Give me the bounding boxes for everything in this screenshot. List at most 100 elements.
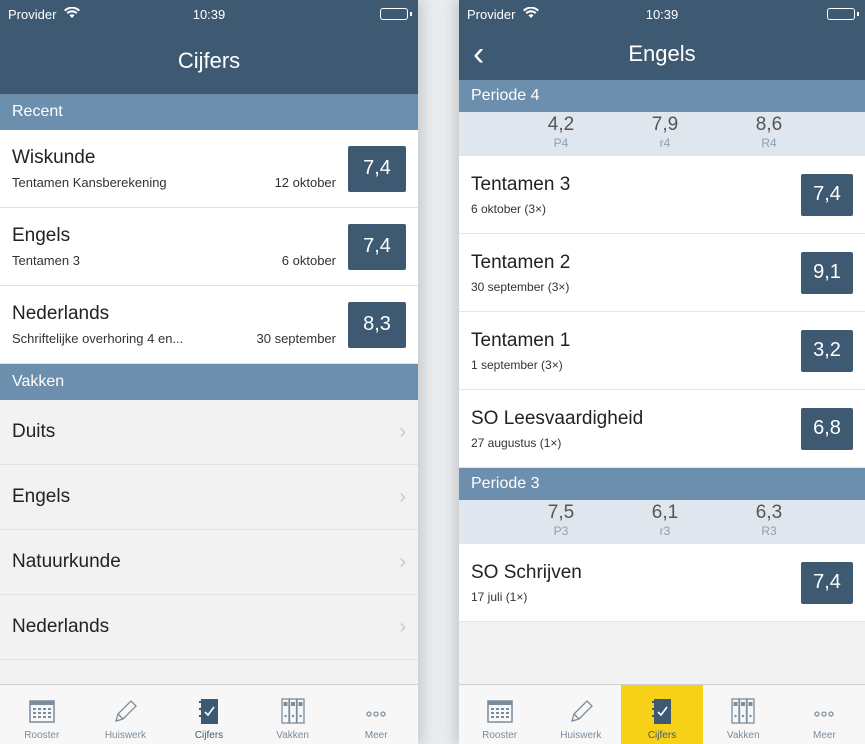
period-header: Periode 3 xyxy=(459,468,865,500)
period-stat: 8,6 R4 xyxy=(749,112,789,156)
grade-badge: 7,4 xyxy=(801,173,853,216)
tab-rooster[interactable]: Rooster xyxy=(459,685,540,744)
calendar-icon xyxy=(27,696,57,726)
status-bar: Provider 10:39 xyxy=(459,0,865,28)
stat-value: 8,6 xyxy=(755,114,783,135)
tab-meer[interactable]: Meer xyxy=(334,685,418,744)
tab-huiswerk[interactable]: Huiswerk xyxy=(540,685,621,744)
test-row[interactable]: Tentamen 3 6 oktober (3×) 7,4 xyxy=(459,156,865,234)
test-date: 1 september (3×) xyxy=(471,357,563,372)
back-chevron-icon[interactable]: ‹ xyxy=(473,37,484,71)
subject-name: Wiskunde xyxy=(12,147,96,168)
grade-badge: 8,3 xyxy=(348,301,406,348)
grade-badge: 9,1 xyxy=(801,251,853,294)
stat-label: R3 xyxy=(761,524,777,538)
subject-name: Nederlands xyxy=(12,303,110,324)
page-title: Cijfers xyxy=(177,48,241,73)
recent-list: Wiskunde Tentamen Kansberekening 12 oktobe… xyxy=(0,130,418,364)
recent-grade-row[interactable]: Engels Tentamen 3 6 oktober 7,4 xyxy=(0,208,418,286)
stat-label: P4 xyxy=(553,136,569,150)
test-date: 27 augustus (1×) xyxy=(471,435,562,450)
tab-huiswerk[interactable]: Huiswerk xyxy=(84,685,168,744)
subject-list-item[interactable]: Nederlands › xyxy=(0,595,418,660)
grade-badge: 7,4 xyxy=(348,223,406,270)
binders-icon xyxy=(728,696,758,726)
tab-cijfers[interactable]: Cijfers xyxy=(167,685,251,744)
chevron-right-icon: › xyxy=(399,550,406,573)
stat-value: 6,3 xyxy=(755,502,783,523)
wifi-icon xyxy=(64,6,81,22)
test-date: 6 oktober xyxy=(281,253,336,268)
tab-meer[interactable]: Meer xyxy=(784,685,865,744)
test-name: Tentamen 3 xyxy=(471,173,571,195)
pencil-icon xyxy=(566,696,596,726)
battery-icon xyxy=(827,8,859,20)
tab-label: Vakken xyxy=(276,730,309,741)
period-stat: 7,5 P3 xyxy=(541,500,581,544)
subject-label: Duits xyxy=(12,421,56,442)
tab-label: Rooster xyxy=(482,730,518,741)
tab-label: Huiswerk xyxy=(560,730,602,741)
tab-label: Huiswerk xyxy=(104,730,146,741)
more-icon xyxy=(809,696,839,726)
tab-label: Cijfers xyxy=(194,730,224,741)
calendar-icon xyxy=(485,696,515,726)
tab-label: Meer xyxy=(364,730,388,741)
status-bar: Provider 10:39 xyxy=(0,0,418,28)
subject-list-item[interactable]: Engels › xyxy=(0,465,418,530)
nav-bar: ‹ Engels xyxy=(459,28,865,80)
test-name: Tentamen 2 xyxy=(471,251,571,273)
test-date: 6 oktober (3×) xyxy=(471,201,547,216)
chevron-right-icon: › xyxy=(399,485,406,508)
section-header-vakken: Vakken xyxy=(0,364,418,400)
phone-screen-engels: Provider 10:39 ‹ Engels Periode 4 4,2 P4 7,… xyxy=(459,0,865,744)
test-description: Tentamen 3 xyxy=(12,253,80,268)
pencil-icon xyxy=(110,696,140,726)
battery-icon xyxy=(380,8,412,20)
subject-list-item[interactable]: Duits › xyxy=(0,400,418,465)
tab-label: Rooster xyxy=(24,730,60,741)
test-name: Tentamen 1 xyxy=(471,329,571,351)
test-row[interactable]: Tentamen 2 30 september (3×) 9,1 xyxy=(459,234,865,312)
period-stat: 6,1 r3 xyxy=(645,500,685,544)
stat-label: r3 xyxy=(659,524,671,538)
binders-icon xyxy=(278,696,308,726)
tab-vakken[interactable]: Vakken xyxy=(703,685,784,744)
provider-label: Provider xyxy=(467,6,516,22)
more-icon xyxy=(361,696,391,726)
period-stats: 4,2 P4 7,9 r4 8,6 R4 xyxy=(459,112,865,156)
section-header-recent: Recent xyxy=(0,94,418,130)
period-stat: 4,2 P4 xyxy=(541,112,581,156)
chevron-right-icon: › xyxy=(399,420,406,443)
grade-badge: 7,4 xyxy=(801,561,853,604)
period-stats: 7,5 P3 6,1 r3 6,3 R3 xyxy=(459,500,865,544)
recent-grade-row[interactable]: Nederlands Schriftelijke overhoring 4 en.… xyxy=(0,286,418,364)
subject-label: Engels xyxy=(12,486,71,507)
subject-label: Natuurkunde xyxy=(12,551,121,572)
test-row[interactable]: SO Leesvaardigheid 27 augustus (1×) 6,8 xyxy=(459,390,865,468)
phone-screen-cijfers: Provider 10:39 Cijfers Recent Wiskunde Te… xyxy=(0,0,418,744)
grade-badge: 7,4 xyxy=(348,145,406,192)
stat-label: P3 xyxy=(553,524,569,538)
test-row[interactable]: SO Schrijven 17 juli (1×) 7,4 xyxy=(459,544,865,622)
recent-grade-row[interactable]: Wiskunde Tentamen Kansberekening 12 oktobe… xyxy=(0,130,418,208)
tab-cijfers[interactable]: Cijfers xyxy=(621,685,703,744)
stat-value: 6,1 xyxy=(651,502,679,523)
page-title: Engels xyxy=(628,41,696,66)
tab-vakken[interactable]: Vakken xyxy=(251,685,335,744)
stat-value: 4,2 xyxy=(547,114,575,135)
subject-list-item[interactable]: Natuurkunde › xyxy=(0,530,418,595)
status-time: 10:39 xyxy=(192,6,226,22)
nav-bar: Cijfers xyxy=(0,28,418,94)
test-row[interactable]: Tentamen 1 1 september (3×) 3,2 xyxy=(459,312,865,390)
stat-value: 7,5 xyxy=(547,502,575,523)
wifi-icon xyxy=(523,6,540,22)
test-date: 30 september (3×) xyxy=(471,279,570,294)
test-date: 12 oktober xyxy=(274,175,336,190)
tab-bar: Rooster Huiswerk Cijfers Vakken Meer xyxy=(459,684,865,744)
cijfers-content: Recent Wiskunde Tentamen Kansberekening 12… xyxy=(0,94,418,744)
grades-icon xyxy=(647,696,677,726)
provider-label: Provider xyxy=(8,6,57,22)
tab-rooster[interactable]: Rooster xyxy=(0,685,84,744)
test-name: SO Leesvaardigheid xyxy=(471,407,644,429)
